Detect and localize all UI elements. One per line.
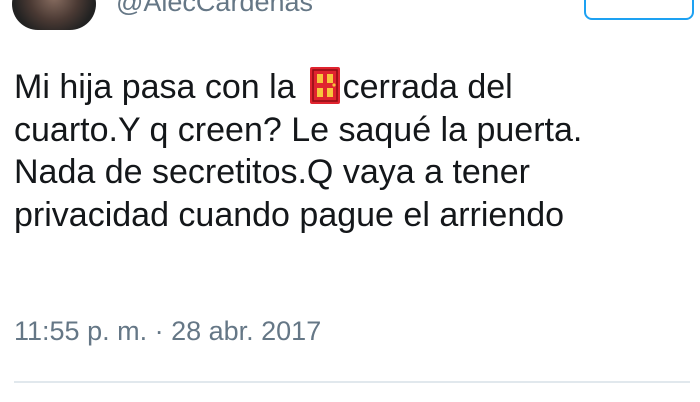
tweet-line-1-end: cerrada del — [342, 68, 513, 106]
divider — [14, 381, 690, 383]
follow-button[interactable] — [584, 0, 694, 20]
tweet-timestamp[interactable]: 11:55 p. m. · 28 abr. 2017 — [14, 314, 321, 348]
tweet-text: Mi hija pasa con la cerrada del cuarto.Y… — [14, 66, 690, 236]
author-handle[interactable]: @AlecCardenas — [116, 0, 313, 18]
tweet-line-2: cuarto.Y q creen? Le saqué la puerta. — [14, 110, 583, 149]
tweet-line-3: Nada de secretitos.Q vaya a tener — [14, 153, 530, 191]
tweet-line-1-start: Mi hija pasa con la — [14, 68, 296, 106]
author-avatar[interactable] — [12, 0, 96, 30]
door-icon — [309, 67, 340, 104]
tweet-line-1: Mi hija pasa con la cerrada del — [14, 66, 690, 109]
tweet-line-4: privacidad cuando pague el arriendo — [14, 195, 565, 234]
